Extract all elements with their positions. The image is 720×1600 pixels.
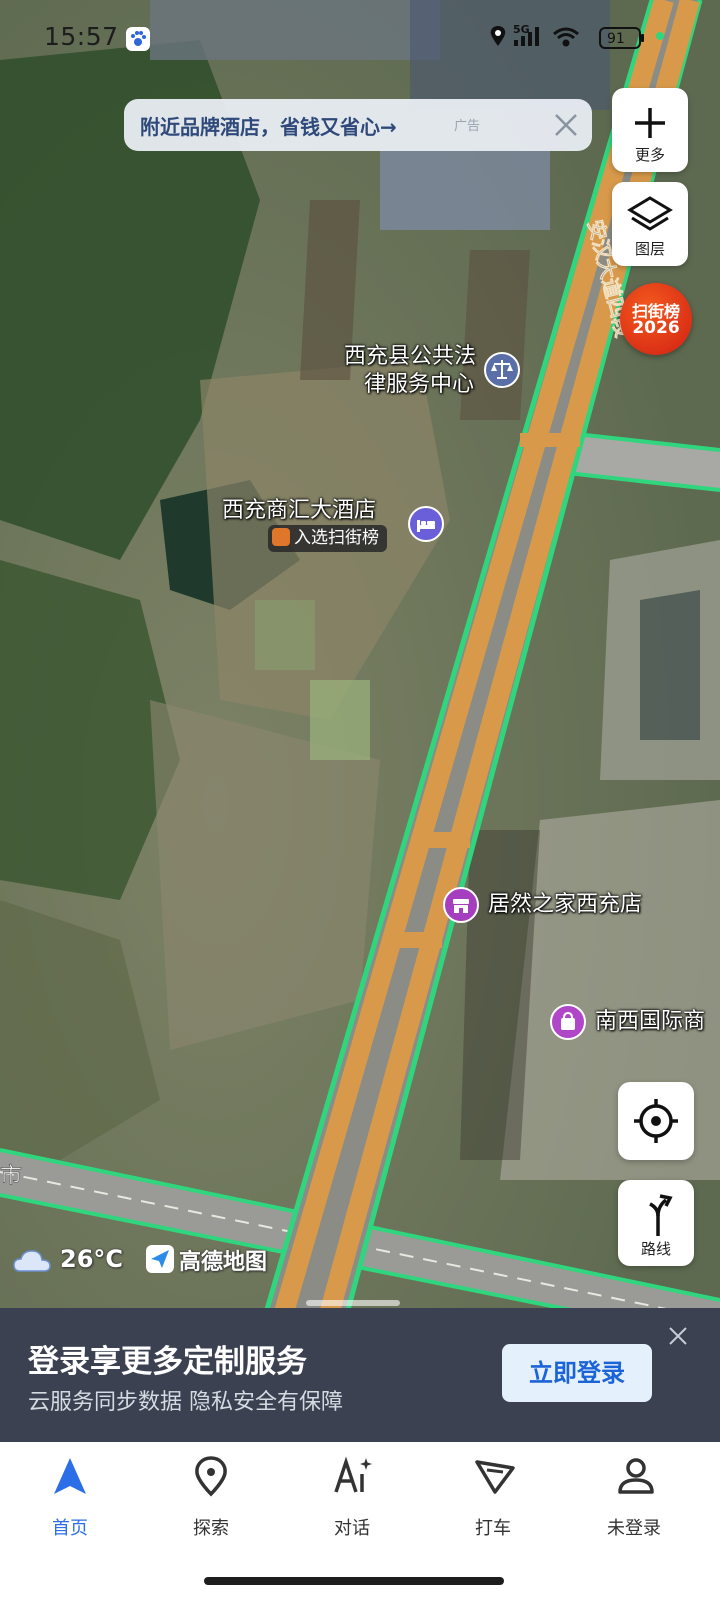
status-right-icons: 5G 91	[486, 22, 676, 52]
ad-close-icon[interactable]	[552, 111, 580, 139]
paw-app-icon	[126, 27, 150, 51]
tab-chat[interactable]: 对话	[292, 1454, 412, 1544]
scales-icon[interactable]	[484, 352, 520, 388]
location-icon	[490, 26, 506, 46]
hotel-bed-icon[interactable]	[408, 506, 444, 542]
ad-banner-text[interactable]: 附近品牌酒店，省钱又省心→	[140, 111, 397, 140]
tab-chat-label: 对话	[334, 1518, 370, 1539]
poi-mall-name[interactable]: 南西国际商	[595, 1008, 705, 1035]
amap-logo-icon	[146, 1245, 174, 1273]
store-icon[interactable]	[443, 887, 479, 923]
ad-banner[interactable]: 附近品牌酒店，省钱又省心→ 广告	[124, 99, 592, 151]
layers-button[interactable]: 图层	[612, 182, 688, 266]
weather-temp: 26°C	[60, 1245, 124, 1273]
location-pin-icon	[195, 1456, 227, 1497]
tab-profile-label: 未登录	[607, 1518, 661, 1539]
status-bar: 15:57 5G 91	[0, 0, 720, 78]
ad-tag: 广告	[454, 119, 481, 134]
poi-hotel-name[interactable]: 西充商汇大酒店	[222, 497, 376, 524]
poi-store-name[interactable]: 居然之家西充店	[488, 891, 642, 918]
drag-handle[interactable]	[306, 1300, 400, 1306]
locate-crosshair-icon	[634, 1099, 678, 1143]
network-type: 5G	[513, 23, 530, 36]
tab-taxi-label: 打车	[475, 1518, 511, 1539]
wifi-icon	[553, 27, 579, 47]
route-turn-icon	[649, 1194, 673, 1236]
poi-legal-name-line2[interactable]: 律服务中心	[326, 371, 474, 398]
layers-icon	[627, 196, 673, 231]
scan-list-year: 2026	[632, 318, 680, 338]
brand-name: 高德地图	[179, 1250, 268, 1275]
login-title: 登录享更多定制服务	[28, 1344, 307, 1380]
more-label: 更多	[634, 146, 665, 164]
cloud-icon	[13, 1250, 51, 1272]
ai-chat-icon	[334, 1456, 372, 1493]
status-time: 15:57	[44, 22, 119, 51]
route-button[interactable]: 路线	[618, 1180, 694, 1266]
shopping-bag-icon[interactable]	[550, 1004, 586, 1040]
login-subtitle: 云服务同步数据 隐私安全有保障	[28, 1390, 343, 1415]
privacy-dot-icon	[656, 32, 664, 40]
tab-home-label: 首页	[52, 1518, 88, 1539]
tab-profile[interactable]: 未登录	[574, 1454, 694, 1544]
scan-list-badge-text: 入选扫街榜	[294, 528, 379, 548]
plus-icon	[635, 108, 665, 138]
home-indicator[interactable]	[204, 1577, 504, 1585]
layers-label: 图层	[634, 240, 665, 258]
scan-list-badge[interactable]: 入选扫街榜	[268, 525, 387, 552]
battery-level: 91	[607, 31, 625, 47]
scan-list-button[interactable]: 扫街榜 2026	[620, 283, 692, 355]
badge-hex-icon	[272, 528, 290, 546]
login-button[interactable]: 立即登录	[502, 1344, 652, 1402]
tab-explore[interactable]: 探索	[151, 1454, 271, 1544]
user-icon	[618, 1458, 654, 1494]
login-close-icon[interactable]	[666, 1324, 690, 1348]
tab-taxi[interactable]: 打车	[433, 1454, 553, 1544]
route-label: 路线	[640, 1240, 671, 1258]
tab-explore-label: 探索	[193, 1518, 229, 1539]
tab-home[interactable]: 首页	[10, 1454, 130, 1544]
battery-icon: 91	[599, 27, 644, 49]
road-label-left: 市	[0, 1164, 22, 1189]
poi-legal-name-line1[interactable]: 西充县公共法	[326, 343, 476, 370]
locate-button[interactable]	[618, 1082, 694, 1160]
taxi-flag-icon	[475, 1460, 515, 1494]
more-button[interactable]: 更多	[612, 88, 688, 172]
navigation-arrow-icon	[54, 1458, 86, 1494]
login-panel: 登录享更多定制服务 云服务同步数据 隐私安全有保障 立即登录	[0, 1308, 720, 1442]
